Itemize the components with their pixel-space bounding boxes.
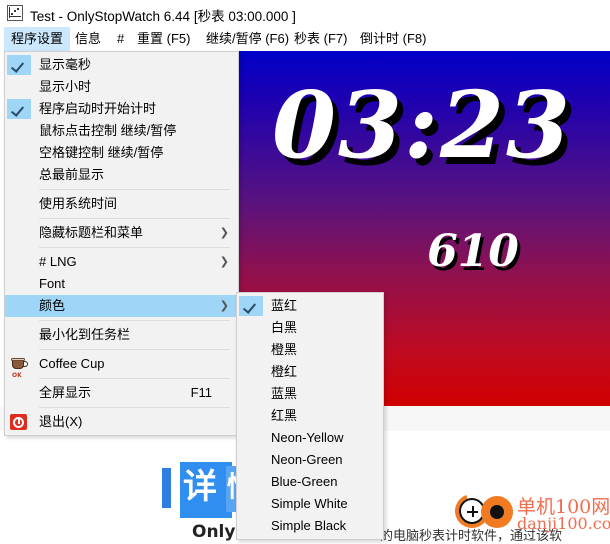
- checkmark-icon: [7, 99, 31, 119]
- menu-item-label: 程序启动时开始计时: [39, 101, 157, 116]
- submenu-item-simple-white[interactable]: Simple White: [237, 493, 383, 515]
- application-window: Test - OnlyStopWatch 6.44 [秒表 03:00.000 …: [0, 0, 610, 540]
- stopwatch-time-value: 03:23: [271, 71, 572, 179]
- checkmark-icon: [239, 296, 263, 316]
- submenu-item-blue-black[interactable]: 蓝黑: [237, 383, 383, 405]
- menu-item-label: 鼠标点击控制 继续/暂停: [39, 123, 177, 138]
- menubar-item-countdown[interactable]: 倒计时 (F8): [353, 27, 433, 51]
- submenu-item-label: 红黑: [271, 408, 298, 423]
- menu-item-label: 空格键控制 继续/暂停: [39, 145, 164, 160]
- submenu-item-blue-green[interactable]: Blue-Green: [237, 471, 383, 493]
- menu-item-label: 退出(X): [39, 414, 83, 429]
- submenu-item-label: Neon-Yellow: [271, 430, 344, 445]
- chevron-right-icon: ❯: [219, 256, 229, 268]
- menu-separator: [39, 247, 230, 248]
- menu-separator: [39, 407, 230, 408]
- title-bar: Test - OnlyStopWatch 6.44 [秒表 03:00.000 …: [0, 0, 610, 28]
- submenu-item-blue-red[interactable]: 蓝红: [237, 295, 383, 317]
- submenu-item-orange-red[interactable]: 橙红: [237, 361, 383, 383]
- menubar-item-reset[interactable]: 重置 (F5): [130, 27, 197, 51]
- logo-char-1: 详: [183, 467, 217, 507]
- menu-item-hide-titlebar-menu[interactable]: 隐藏标题栏和菜单 ❯: [5, 222, 238, 244]
- menu-item-use-system-time[interactable]: 使用系统时间: [5, 193, 238, 215]
- watermark-line-2: danji100.com: [517, 514, 610, 533]
- menu-item-show-hours[interactable]: 显示小时: [5, 76, 238, 98]
- menu-item-minimize-to-tray[interactable]: 最小化到任务栏: [5, 324, 238, 346]
- menubar-item-info[interactable]: 信息: [68, 27, 108, 51]
- coffee-cup-icon: OK: [10, 356, 28, 379]
- menu-item-show-milliseconds[interactable]: 显示毫秒: [5, 54, 238, 76]
- menu-item-label: 全屏显示: [39, 385, 92, 400]
- stopwatch-milliseconds-value: 610: [427, 226, 519, 277]
- chevron-right-icon: ❯: [219, 300, 229, 312]
- menu-separator: [39, 378, 230, 379]
- submenu-item-red-black[interactable]: 红黑: [237, 405, 383, 427]
- submenu-item-label: Simple Black: [271, 518, 347, 533]
- menu-separator: [39, 189, 230, 190]
- submenu-item-white-black[interactable]: 白黑: [237, 317, 383, 339]
- menu-item-fullscreen[interactable]: 全屏显示 F11: [5, 382, 238, 404]
- submenu-item-neon-green[interactable]: Neon-Green: [237, 449, 383, 471]
- menubar-item-hash[interactable]: #: [110, 27, 131, 51]
- chevron-right-icon: ❯: [219, 227, 229, 239]
- menu-item-label: 最小化到任务栏: [39, 327, 131, 342]
- submenu-item-neon-yellow[interactable]: Neon-Yellow: [237, 427, 383, 449]
- watermark-ball-center-icon: [490, 505, 504, 519]
- logo-bar: [162, 468, 171, 508]
- checkmark-icon: [7, 55, 31, 75]
- menu-item-color[interactable]: 颜色 ❯: [5, 295, 238, 317]
- submenu-item-label: 橙红: [271, 364, 298, 379]
- menu-item-label: 总最前显示: [39, 167, 105, 182]
- submenu-item-label: 白黑: [271, 320, 298, 335]
- menubar-item-settings[interactable]: 程序设置: [4, 27, 71, 51]
- stopwatch-chart-icon: [7, 5, 23, 21]
- menu-item-label: # LNG: [39, 254, 77, 269]
- menu-bar: 程序设置 信息 # 重置 (F5) 继续/暂停 (F6) 秒表 (F7) 倒计时…: [0, 27, 610, 51]
- submenu-item-orange-black[interactable]: 橙黑: [237, 339, 383, 361]
- settings-dropdown-menu[interactable]: 显示毫秒 显示小时 程序启动时开始计时 鼠标点击控制 继续/暂停 空格键控制 继…: [4, 51, 239, 436]
- power-exit-icon: [10, 414, 27, 430]
- menu-item-label: Coffee Cup: [39, 356, 105, 371]
- submenu-item-label: 蓝红: [271, 298, 298, 313]
- menubar-item-stopwatch[interactable]: 秒表 (F7): [287, 27, 354, 51]
- submenu-item-label: Simple White: [271, 496, 348, 511]
- menu-item-label: Font: [39, 276, 66, 291]
- menu-separator: [39, 218, 230, 219]
- submenu-item-label: Neon-Green: [271, 452, 343, 467]
- window-title: Test - OnlyStopWatch 6.44 [秒表 03:00.000 …: [30, 9, 296, 24]
- menu-item-spacebar-control[interactable]: 空格键控制 继续/暂停: [5, 142, 238, 164]
- submenu-item-label: 橙黑: [271, 342, 298, 357]
- menu-item-lng[interactable]: # LNG ❯: [5, 251, 238, 273]
- menu-item-font[interactable]: Font: [5, 273, 238, 295]
- menu-item-exit[interactable]: 退出(X): [5, 411, 238, 433]
- menu-item-mouse-click-control[interactable]: 鼠标点击控制 继续/暂停: [5, 120, 238, 142]
- menu-item-label: 显示毫秒: [39, 57, 92, 72]
- logo-square-primary: 详: [180, 462, 232, 518]
- color-submenu[interactable]: 蓝红 白黑 橙黑 橙红 蓝黑 红黑 Neon-Yellow Neon-Green…: [236, 292, 384, 540]
- submenu-item-label: Blue-Green: [271, 474, 338, 489]
- plus-icon: [467, 506, 478, 517]
- menubar-item-resume-pause[interactable]: 继续/暂停 (F6): [199, 27, 296, 51]
- menu-item-label: 颜色: [39, 298, 66, 313]
- menu-separator: [39, 349, 230, 350]
- menu-separator: [39, 320, 230, 321]
- menu-item-label: 隐藏标题栏和菜单: [39, 225, 144, 240]
- menu-item-label: 显示小时: [39, 79, 92, 94]
- menu-item-shortcut: F11: [190, 385, 212, 400]
- submenu-item-simple-black[interactable]: Simple Black: [237, 515, 383, 537]
- submenu-item-label: 蓝黑: [271, 386, 298, 401]
- menu-item-coffee-cup[interactable]: OK Coffee Cup: [5, 353, 238, 379]
- menu-item-start-on-launch[interactable]: 程序启动时开始计时: [5, 98, 238, 120]
- menu-item-always-on-top[interactable]: 总最前显示: [5, 164, 238, 186]
- menu-item-label: 使用系统时间: [39, 196, 118, 211]
- site-watermark: 单机100网 danji100.com: [449, 488, 610, 538]
